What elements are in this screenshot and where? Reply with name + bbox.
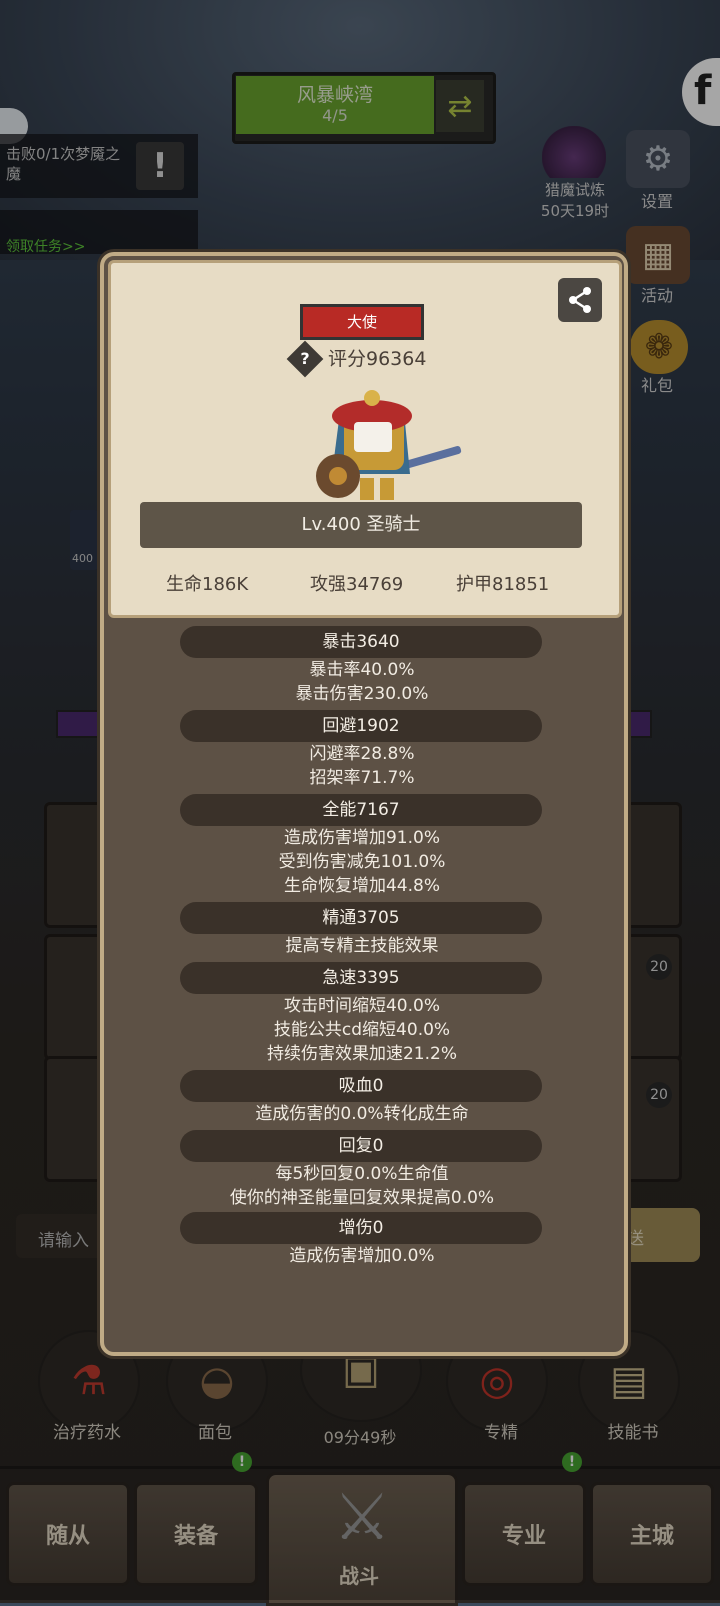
stat-line: 持续伤害效果加速21.2% — [266, 1044, 457, 1064]
share-icon-glyph — [569, 287, 591, 313]
stat-header-haste: 急速3395 — [180, 962, 542, 994]
stat-line: 造成伤害的0.0%转化成生命 — [255, 1104, 469, 1124]
stat-line: 技能公共cd缩短40.0% — [273, 1020, 451, 1040]
stat-header-leech: 吸血0 — [180, 1070, 542, 1102]
stat-line: 使你的神圣能量回复效果提高0.0% — [229, 1188, 495, 1208]
stat-line: 生命恢复增加44.8% — [283, 876, 440, 896]
help-icon-glyph: ? — [300, 349, 310, 368]
stat-line: 攻击时间缩短40.0% — [283, 996, 440, 1016]
rank-title-badge: 大使 — [300, 304, 424, 340]
stat-header-avoidance: 回避1902 — [180, 710, 542, 742]
stat-line: 提高专精主技能效果 — [285, 936, 439, 956]
stat-line: 造成伤害增加0.0% — [289, 1246, 435, 1266]
stat-header-mastery: 精通3705 — [180, 902, 542, 934]
stat-line: 暴击率40.0% — [309, 660, 415, 680]
stat-line: 每5秒回复0.0%生命值 — [275, 1164, 449, 1184]
stat-line: 造成伤害增加91.0% — [283, 828, 440, 848]
stat-header-damage-bonus: 增伤0 — [180, 1212, 542, 1244]
stat-header-versatility: 全能7167 — [180, 794, 542, 826]
stat-attack-power: 攻强34769 — [310, 574, 404, 595]
stat-header-regen: 回复0 — [180, 1130, 542, 1162]
stat-line: 招架率71.7% — [309, 768, 415, 788]
stat-header-crit: 暴击3640 — [180, 626, 542, 658]
stat-line: 受到伤害减免101.0% — [278, 852, 446, 872]
character-score: 评分96364 — [328, 348, 427, 370]
stat-line: 闪避率28.8% — [309, 744, 415, 764]
stat-health: 生命186K — [166, 574, 249, 595]
share-icon[interactable] — [558, 278, 602, 322]
stat-line: 暴击伤害230.0% — [295, 684, 429, 704]
paladin-portrait — [316, 390, 462, 500]
stat-armor: 护甲81851 — [456, 574, 550, 595]
level-class-bar: Lv.400 圣骑士 — [140, 502, 582, 548]
